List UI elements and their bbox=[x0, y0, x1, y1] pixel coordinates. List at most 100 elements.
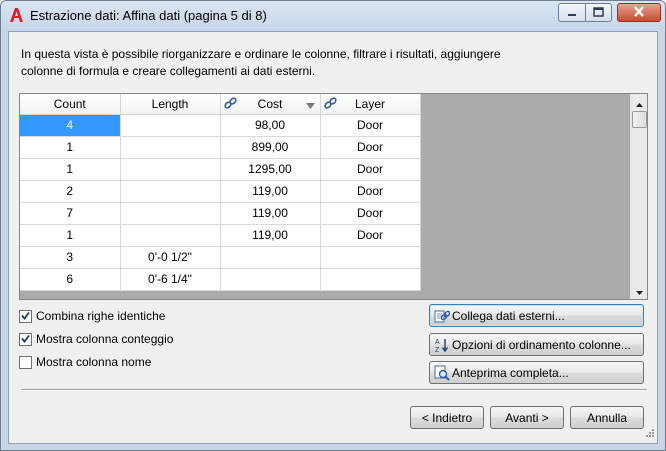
table-cell-length[interactable] bbox=[120, 224, 221, 247]
table-cell-layer[interactable]: Door bbox=[320, 136, 421, 159]
column-header-cost[interactable]: Cost bbox=[220, 94, 321, 115]
column-header-label: Layer bbox=[354, 96, 386, 111]
table-cell-length[interactable]: 0'-0 1/2" bbox=[120, 246, 221, 269]
sort-az-icon: A Z bbox=[434, 337, 450, 354]
link-data-icon bbox=[434, 308, 451, 324]
table-cell-cost[interactable]: 98,00 bbox=[220, 114, 321, 137]
table-cell-length[interactable] bbox=[120, 158, 221, 181]
table-cell-layer[interactable]: Door bbox=[320, 114, 421, 137]
link-chain-icon bbox=[323, 96, 338, 114]
link-external-data-label: Collega dati esterni... bbox=[452, 308, 565, 323]
table-cell-cost[interactable]: 119,00 bbox=[220, 202, 321, 225]
data-table: Count Length Cost Layer 4 98,00 Door 1 8… bbox=[20, 94, 421, 291]
table-cell-count[interactable]: 1 bbox=[20, 136, 121, 159]
table-cell-count[interactable]: 2 bbox=[20, 180, 121, 203]
table-cell-cost[interactable]: 899,00 bbox=[220, 136, 321, 159]
next-button[interactable]: Avanti > bbox=[490, 406, 564, 429]
table-cell-cost[interactable] bbox=[220, 246, 321, 269]
svg-text:A: A bbox=[435, 339, 440, 346]
table-cell-length[interactable] bbox=[120, 202, 221, 225]
name-column-option[interactable]: Mostra colonna nome bbox=[19, 354, 151, 370]
autocad-a-icon bbox=[8, 7, 24, 23]
column-header-label: Cost bbox=[257, 96, 283, 111]
table-cell-layer[interactable]: Door bbox=[320, 224, 421, 247]
cancel-button[interactable]: Annulla bbox=[570, 406, 644, 429]
preview-magnifier-icon bbox=[434, 365, 450, 381]
table-cell-count[interactable]: 4 bbox=[20, 114, 121, 137]
scroll-up-button[interactable] bbox=[631, 94, 647, 111]
close-button[interactable] bbox=[617, 3, 661, 22]
back-button[interactable]: < Indietro bbox=[410, 406, 484, 429]
count-column-label: Mostra colonna conteggio bbox=[36, 332, 174, 346]
combine-rows-label: Combina righe identiche bbox=[36, 309, 166, 323]
table-cell-layer[interactable] bbox=[320, 246, 421, 269]
table-cell-cost[interactable]: 1295,00 bbox=[220, 158, 321, 181]
column-header-count[interactable]: Count bbox=[20, 94, 121, 115]
title-bar[interactable]: Estrazione dati: Affina dati (pagina 5 d… bbox=[1, 1, 665, 31]
back-button-label: < Indietro bbox=[421, 410, 473, 425]
column-header-layer[interactable]: Layer bbox=[320, 94, 421, 115]
name-column-label: Mostra colonna nome bbox=[36, 355, 152, 369]
column-header-label: Length bbox=[151, 96, 189, 111]
table-cell-layer[interactable]: Door bbox=[320, 180, 421, 203]
window-title: Estrazione dati: Affina dati (pagina 5 d… bbox=[30, 8, 267, 23]
maximize-button[interactable] bbox=[585, 3, 612, 22]
dialog-window: Estrazione dati: Affina dati (pagina 5 d… bbox=[0, 0, 666, 451]
table-row[interactable]: 1 119,00 Door bbox=[20, 224, 421, 247]
page-description: In questa vista è possibile riorganizzar… bbox=[21, 47, 501, 78]
checkmark-icon bbox=[21, 332, 30, 346]
scrollbar-thumb[interactable] bbox=[632, 111, 647, 128]
combine-rows-option[interactable]: Combina righe identiche bbox=[19, 308, 165, 324]
table-cell-length[interactable] bbox=[120, 180, 221, 203]
link-external-data-button[interactable]: Collega dati esterni... bbox=[429, 304, 644, 327]
close-icon bbox=[633, 5, 645, 20]
link-chain-icon bbox=[223, 96, 238, 114]
footer-separator bbox=[21, 389, 647, 391]
table-cell-length[interactable] bbox=[120, 136, 221, 159]
full-preview-label: Anteprima completa... bbox=[452, 365, 569, 380]
column-header-label: Count bbox=[53, 96, 86, 111]
combine-rows-checkbox[interactable] bbox=[19, 309, 32, 323]
maximize-icon bbox=[593, 6, 604, 20]
table-cell-count[interactable]: 3 bbox=[20, 246, 121, 269]
next-button-label: Avanti > bbox=[505, 410, 549, 425]
table-row[interactable]: 6 0'-6 1/4" bbox=[20, 268, 421, 291]
table-cell-count[interactable]: 6 bbox=[20, 268, 121, 291]
table-row[interactable]: 1 899,00 Door bbox=[20, 136, 421, 159]
scroll-down-button[interactable] bbox=[631, 282, 647, 299]
table-cell-count[interactable]: 1 bbox=[20, 224, 121, 247]
table-row[interactable]: 7 119,00 Door bbox=[20, 202, 421, 225]
table-cell-count[interactable]: 7 bbox=[20, 202, 121, 225]
sort-options-button[interactable]: A Z Opzioni di ordinamento colonne... bbox=[429, 333, 644, 356]
header-row: Count Length Cost Layer bbox=[20, 94, 421, 115]
table-cell-count[interactable]: 1 bbox=[20, 158, 121, 181]
minimize-button[interactable] bbox=[558, 3, 586, 22]
resize-grip-icon[interactable] bbox=[644, 427, 655, 441]
name-column-checkbox[interactable] bbox=[19, 355, 32, 369]
cancel-button-label: Annulla bbox=[586, 410, 628, 425]
arrow-up-icon bbox=[636, 96, 643, 110]
table-row[interactable]: 1 1295,00 Door bbox=[20, 158, 421, 181]
table-cell-layer[interactable] bbox=[320, 268, 421, 291]
sort-options-label: Opzioni di ordinamento colonne... bbox=[452, 337, 631, 352]
minimize-icon bbox=[567, 6, 577, 20]
table-cell-layer[interactable]: Door bbox=[320, 202, 421, 225]
table-cell-cost[interactable] bbox=[220, 268, 321, 291]
vertical-scrollbar[interactable] bbox=[630, 94, 647, 299]
count-column-option[interactable]: Mostra colonna conteggio bbox=[19, 331, 173, 347]
svg-text:Z: Z bbox=[435, 347, 440, 353]
table-row[interactable]: 3 0'-0 1/2" bbox=[20, 246, 421, 269]
table-cell-length[interactable] bbox=[120, 114, 221, 137]
table-row[interactable]: 4 98,00 Door bbox=[20, 114, 421, 137]
data-grid: Count Length Cost Layer 4 98,00 Door 1 8… bbox=[19, 93, 648, 300]
table-cell-cost[interactable]: 119,00 bbox=[220, 180, 321, 203]
table-cell-layer[interactable]: Door bbox=[320, 158, 421, 181]
full-preview-button[interactable]: Anteprima completa... bbox=[429, 361, 644, 384]
table-cell-length[interactable]: 0'-6 1/4" bbox=[120, 268, 221, 291]
sort-descending-icon bbox=[305, 98, 315, 112]
table-row[interactable]: 2 119,00 Door bbox=[20, 180, 421, 203]
count-column-checkbox[interactable] bbox=[19, 332, 32, 346]
dialog-body: In questa vista è possibile riorganizzar… bbox=[8, 31, 658, 444]
column-header-length[interactable]: Length bbox=[120, 94, 221, 115]
table-cell-cost[interactable]: 119,00 bbox=[220, 224, 321, 247]
